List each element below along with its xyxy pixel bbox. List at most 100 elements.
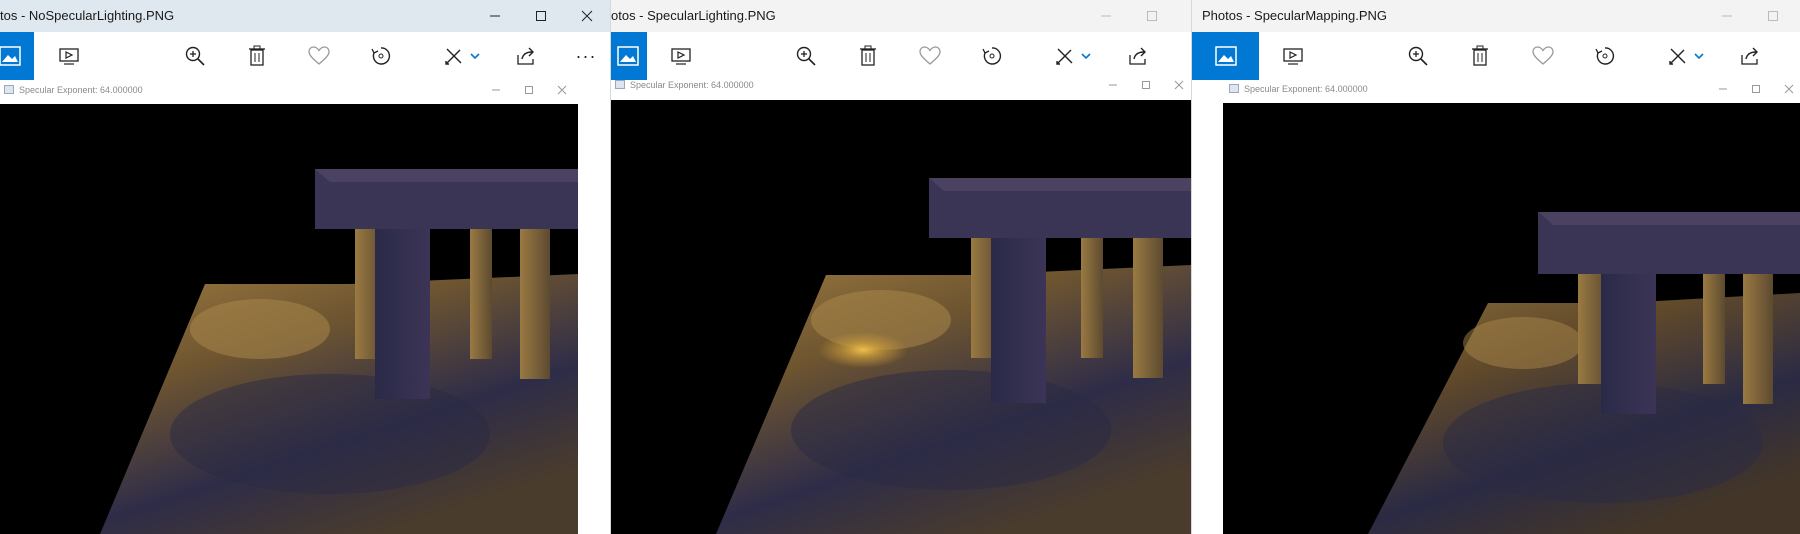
delete-button[interactable]: [845, 32, 891, 80]
edit-icon: [1056, 48, 1091, 65]
photos-toolbar: [611, 32, 1191, 80]
image-viewer[interactable]: Specular Exponent: 64.000000: [0, 80, 610, 534]
maximize-icon: [1768, 11, 1778, 21]
window-title: otos - SpecularLighting.PNG: [611, 8, 776, 23]
scene-render: [1368, 212, 1800, 534]
scene-render: [716, 178, 1191, 534]
photo-view-button[interactable]: [0, 32, 34, 80]
edit-create-button[interactable]: [1658, 32, 1716, 80]
caption-buttons: [1704, 0, 1796, 32]
photos-window-2[interactable]: otos - SpecularLighting.PNG Specular Exp…: [611, 0, 1191, 534]
minimize-icon: [1108, 84, 1117, 86]
close-icon: [1784, 84, 1793, 94]
rotate-icon: [982, 47, 1002, 65]
share-icon: [517, 47, 534, 65]
minimize-button[interactable]: [1083, 0, 1129, 32]
renderer-close-button: [1772, 79, 1800, 99]
window-title: tos - NoSpecularLighting.PNG: [0, 8, 175, 23]
minimize-icon: [491, 89, 500, 91]
maximize-icon: [536, 11, 546, 21]
delete-icon: [1472, 45, 1488, 66]
renderer-titlebar: Specular Exponent: 64.000000: [1223, 79, 1800, 99]
image-viewer[interactable]: Specular Exponent: 64.000000: [611, 80, 1191, 534]
photos-window-3[interactable]: Photos - SpecularMapping.PNG Specular Ex…: [1192, 0, 1800, 534]
title-bar[interactable]: otos - SpecularLighting.PNG: [611, 0, 1191, 32]
renderer-window: Specular Exponent: 64.000000: [1223, 80, 1800, 534]
delete-icon: [860, 45, 876, 66]
rotate-button[interactable]: [1582, 32, 1628, 80]
rendered-scene: [611, 100, 1191, 534]
photos-toolbar: [1192, 32, 1800, 80]
delete-icon: [249, 45, 265, 66]
slideshow-icon: [1283, 48, 1303, 65]
share-button[interactable]: [503, 32, 549, 80]
photo-view-button[interactable]: [611, 32, 647, 80]
share-button[interactable]: [1727, 32, 1773, 80]
close-button[interactable]: [564, 0, 610, 32]
photo-icon: [1214, 46, 1237, 66]
renderer-maximize-button: [1129, 75, 1162, 95]
edit-create-button[interactable]: [1045, 32, 1103, 80]
rendered-scene: [1223, 103, 1800, 534]
zoom-in-button[interactable]: [1395, 32, 1441, 80]
edit-create-button[interactable]: [434, 32, 492, 80]
rotate-button[interactable]: [358, 32, 404, 80]
slideshow-button[interactable]: [1270, 32, 1316, 80]
rotate-icon: [371, 47, 391, 65]
share-icon: [1741, 47, 1758, 65]
favorite-button[interactable]: [296, 32, 342, 80]
renderer-minimize-button: [1096, 75, 1129, 95]
title-bar[interactable]: tos - NoSpecularLighting.PNG: [0, 0, 610, 32]
photos-toolbar: ···: [0, 32, 610, 80]
rotate-button[interactable]: [969, 32, 1015, 80]
renderer-caption-buttons: [1706, 79, 1800, 99]
image-viewer[interactable]: Specular Exponent: 64.000000: [1192, 80, 1800, 534]
favorite-button[interactable]: [1520, 32, 1566, 80]
close-icon: [1174, 80, 1183, 90]
slideshow-button[interactable]: [46, 32, 92, 80]
photo-view-button[interactable]: [1192, 32, 1259, 80]
caption-buttons: [472, 0, 610, 32]
zoom-in-icon: [185, 46, 205, 66]
minimize-button[interactable]: [1704, 0, 1750, 32]
minimize-icon: [490, 15, 500, 17]
slideshow-button[interactable]: [658, 32, 704, 80]
maximize-icon: [1147, 11, 1157, 21]
close-icon: [557, 85, 566, 95]
more-button[interactable]: ···: [563, 32, 609, 80]
app-icon: [615, 80, 625, 89]
renderer-titlebar: Specular Exponent: 64.000000: [611, 75, 1191, 95]
renderer-caption-buttons: [1096, 75, 1191, 95]
photo-icon: [0, 46, 21, 66]
share-button[interactable]: [1115, 32, 1161, 80]
photos-window-1[interactable]: tos - NoSpecularLighting.PNG ··· Specula…: [0, 0, 610, 534]
rendered-scene: [0, 104, 578, 534]
minimize-button[interactable]: [472, 0, 518, 32]
renderer-close-button: [545, 80, 578, 100]
maximize-button[interactable]: [518, 0, 564, 32]
renderer-caption-buttons: [479, 80, 578, 100]
title-bar[interactable]: Photos - SpecularMapping.PNG: [1192, 0, 1800, 32]
maximize-icon: [1141, 81, 1150, 89]
zoom-in-button[interactable]: [172, 32, 218, 80]
minimize-icon: [1722, 15, 1732, 17]
zoom-in-button[interactable]: [783, 32, 829, 80]
renderer-maximize-button: [512, 80, 545, 100]
maximize-button[interactable]: [1129, 0, 1175, 32]
edit-icon: [445, 48, 480, 65]
zoom-in-icon: [796, 46, 816, 66]
renderer-window: Specular Exponent: 64.000000: [0, 80, 578, 534]
favorite-button[interactable]: [907, 32, 953, 80]
caption-buttons: [1083, 0, 1175, 32]
renderer-title: Specular Exponent: 64.000000: [19, 85, 143, 95]
renderer-minimize-button: [479, 80, 512, 100]
delete-button[interactable]: [234, 32, 280, 80]
zoom-in-icon: [1408, 46, 1428, 66]
renderer-title: Specular Exponent: 64.000000: [1244, 84, 1368, 94]
delete-button[interactable]: [1457, 32, 1503, 80]
slideshow-icon: [59, 48, 79, 65]
renderer-minimize-button: [1706, 79, 1739, 99]
maximize-button[interactable]: [1750, 0, 1796, 32]
renderer-title: Specular Exponent: 64.000000: [630, 80, 754, 90]
app-icon: [4, 85, 14, 94]
